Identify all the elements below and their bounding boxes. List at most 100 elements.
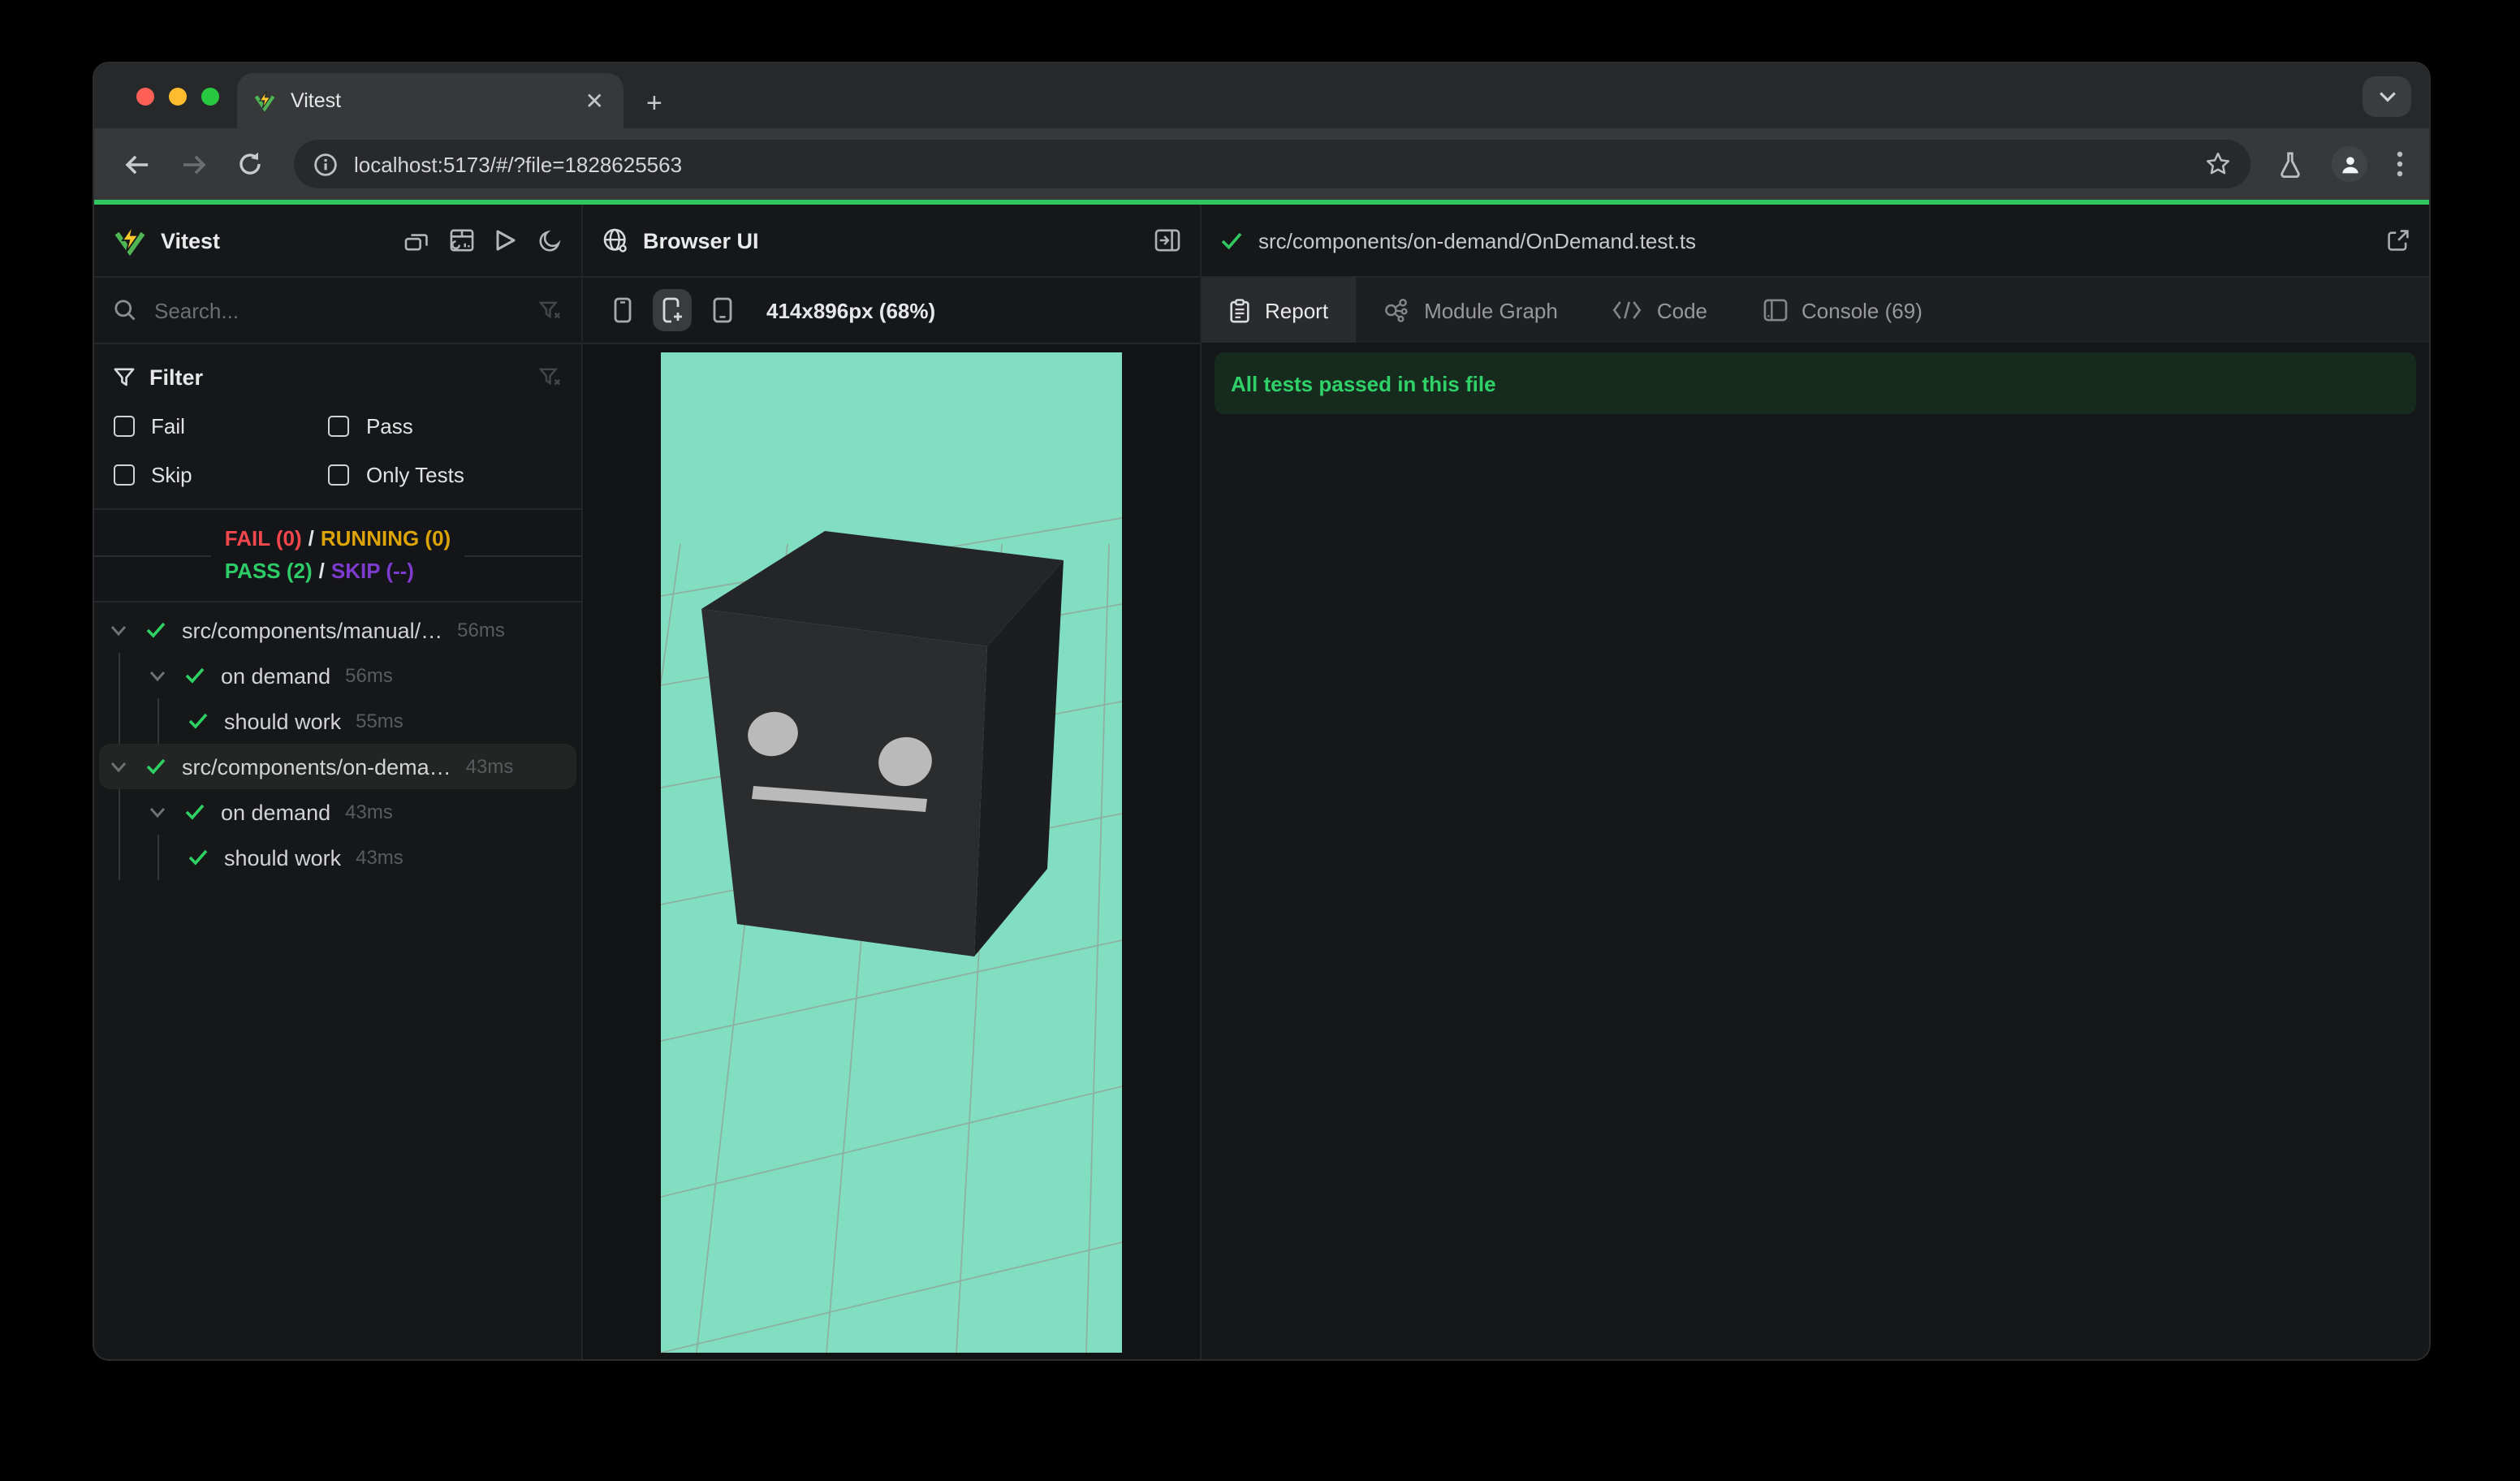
filter-checkbox-pass[interactable]: Pass — [328, 409, 562, 443]
pass-check-icon — [185, 804, 205, 820]
pass-check-icon — [188, 849, 208, 866]
clear-filter-icon[interactable] — [539, 366, 562, 387]
tab-report[interactable]: Report — [1202, 278, 1357, 343]
new-tab-button[interactable]: + — [646, 89, 662, 117]
test-duration: 55ms — [356, 710, 403, 732]
minimize-window-button[interactable] — [169, 87, 187, 105]
tree-suite-row[interactable]: on demand 43ms — [94, 789, 581, 835]
test-duration: 56ms — [457, 619, 505, 641]
forward-button[interactable] — [174, 145, 213, 184]
brand: Vitest — [114, 224, 404, 257]
code-icon — [1613, 300, 1642, 320]
browser-window: Vitest ✕ + localhost:5173/#/?file=182862… — [93, 62, 2431, 1361]
test-browser-viewport[interactable] — [661, 352, 1122, 1353]
filter-options: Fail Pass Skip Only Tests — [114, 409, 562, 492]
search-row — [94, 278, 581, 344]
tab-label: Code — [1656, 298, 1707, 322]
checkbox-icon — [328, 416, 350, 437]
back-button[interactable] — [117, 145, 156, 184]
robot-cube — [701, 531, 1064, 956]
tab-search-button[interactable] — [2362, 76, 2411, 117]
device-phone-small-button[interactable] — [602, 289, 641, 331]
maximize-window-button[interactable] — [201, 87, 219, 105]
clear-search-filter-icon[interactable] — [539, 300, 562, 321]
close-window-button[interactable] — [136, 87, 154, 105]
tree-file-row-selected[interactable]: src/components/on-dema… 43ms — [99, 744, 576, 789]
screen: Vitest ✕ + localhost:5173/#/?file=182862… — [0, 0, 2520, 1481]
traffic-lights — [136, 63, 219, 128]
stats-line-1: FAIL (0) / RUNNING (0) — [225, 523, 451, 555]
banner-text: All tests passed in this file — [1231, 371, 1496, 395]
chevron-down-icon[interactable] — [149, 806, 166, 818]
checkbox-icon — [114, 464, 135, 486]
pass-check-icon — [188, 713, 208, 729]
search-input[interactable] — [151, 296, 539, 324]
bookmark-star-icon[interactable] — [2205, 151, 2231, 177]
checkbox-label: Pass — [365, 414, 413, 438]
tab-code[interactable]: Code — [1586, 278, 1735, 343]
checkbox-label: Only Tests — [365, 463, 464, 487]
pass-check-icon — [185, 667, 205, 684]
device-phone-plus-button[interactable] — [653, 289, 692, 331]
file-header: src/components/on-demand/OnDemand.test.t… — [1202, 205, 2429, 278]
sidebar-header: Vitest — [94, 205, 581, 278]
tab-label: Console (69) — [1802, 298, 1922, 322]
windows-stack-button[interactable] — [404, 230, 429, 251]
chevron-down-icon[interactable] — [110, 761, 127, 772]
experiments-flask-icon[interactable] — [2278, 150, 2302, 178]
dashboard-button[interactable] — [450, 229, 474, 252]
chrome-toolbar: localhost:5173/#/?file=1828625563 — [94, 128, 2429, 200]
pass-check-icon — [146, 758, 166, 775]
tree-test-row[interactable]: should work 43ms — [94, 835, 581, 880]
profile-avatar[interactable] — [2332, 146, 2367, 182]
tree-test-row[interactable]: should work 55ms — [94, 698, 581, 744]
chevron-down-icon — [2379, 92, 2395, 102]
tab-console[interactable]: Console (69) — [1735, 278, 1950, 343]
pass-check-icon — [146, 622, 166, 638]
device-phone-minus-button[interactable] — [703, 289, 742, 331]
close-tab-icon[interactable]: ✕ — [582, 86, 607, 115]
browser-tab[interactable]: Vitest ✕ — [237, 73, 624, 128]
browser-ui-body — [583, 344, 1200, 1359]
file-path: src/components/on-demand/OnDemand.test.t… — [1258, 228, 1697, 253]
vitest-logo-icon — [114, 224, 146, 257]
device-toolbar: 414x896px (68%) — [583, 278, 1200, 344]
filter-checkbox-fail[interactable]: Fail — [114, 409, 329, 443]
all-tests-passed-banner: All tests passed in this file — [1215, 352, 2416, 414]
sidebar-header-actions — [404, 228, 562, 253]
test-duration: 43ms — [356, 846, 403, 869]
browser-ui-header: Browser UI — [583, 205, 1200, 278]
tree-suite-row[interactable]: on demand 56ms — [94, 653, 581, 698]
run-all-button[interactable] — [495, 229, 516, 252]
search-icon — [114, 299, 136, 322]
test-label: on demand — [221, 663, 331, 688]
checkbox-icon — [328, 464, 350, 486]
report-tabs: Report Module Graph Code Console (69) — [1202, 278, 2429, 344]
filter-checkbox-only-tests[interactable]: Only Tests — [328, 458, 562, 492]
clipboard-icon — [1229, 298, 1250, 322]
menu-kebab-icon[interactable] — [2397, 151, 2403, 177]
filter-checkbox-skip[interactable]: Skip — [114, 458, 329, 492]
test-label: on demand — [221, 800, 331, 824]
vitest-favicon-icon — [253, 89, 276, 112]
test-stats: FAIL (0) / RUNNING (0) PASS (2) / SKIP (--) — [94, 510, 581, 602]
back-arrow-icon — [124, 154, 148, 174]
tree-file-row[interactable]: src/components/manual/… 56ms — [94, 607, 581, 653]
chevron-down-icon[interactable] — [149, 670, 166, 681]
fail-count: FAIL (0) — [224, 526, 302, 551]
open-external-icon[interactable] — [2387, 229, 2410, 252]
url-bar[interactable]: localhost:5173/#/?file=1828625563 — [294, 140, 2250, 188]
url-text[interactable]: localhost:5173/#/?file=1828625563 — [354, 152, 2205, 176]
filter-panel: Filter Fail Pass Skip Only Tests — [94, 344, 581, 510]
test-label: should work — [224, 845, 342, 870]
site-info-icon[interactable] — [313, 152, 338, 176]
stats-block: FAIL (0) / RUNNING (0) PASS (2) / SKIP (--) — [211, 523, 464, 588]
dock-panel-icon[interactable] — [1154, 229, 1180, 252]
report-content: All tests passed in this file — [1202, 344, 2429, 1359]
tab-module-graph[interactable]: Module Graph — [1356, 278, 1586, 343]
test-label: should work — [224, 709, 342, 733]
theme-toggle-moon-button[interactable] — [537, 228, 562, 253]
reload-button[interactable] — [231, 145, 270, 184]
test-tree: src/components/manual/… 56ms on demand 5… — [94, 602, 581, 1359]
chevron-down-icon[interactable] — [110, 624, 127, 636]
